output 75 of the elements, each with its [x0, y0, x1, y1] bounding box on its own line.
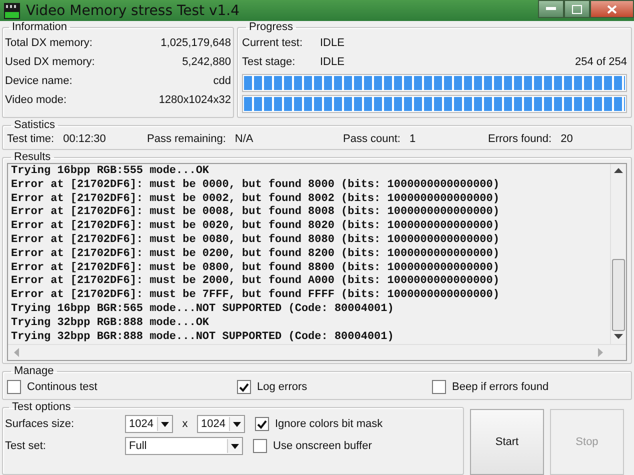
field-label: Current test: — [242, 36, 304, 48]
log-line: Error at [21702DF6]: must be 0002, but found 8002 (bits: 1000000000000000) — [11, 192, 500, 206]
field-label: Video mode: — [5, 94, 67, 106]
test-set-dropdown[interactable]: Full — [125, 437, 243, 455]
close-button[interactable] — [590, 0, 634, 18]
field-value: IDLE — [320, 56, 344, 68]
log-line: Error at [21702DF6]: must be 0200, but found 8200 (bits: 1000000000000000) — [11, 248, 500, 262]
down-arrow-icon — [614, 334, 623, 340]
maximize-icon — [572, 4, 582, 14]
horizontal-scrollbar[interactable] — [8, 344, 626, 360]
checkbox-label: Log errors — [257, 381, 308, 393]
field-value: 1280x1024x32 — [158, 94, 231, 106]
up-arrow-icon — [614, 168, 623, 174]
field-value: cdd — [213, 74, 231, 86]
field-value: N/A — [234, 133, 254, 145]
close-icon — [607, 4, 617, 14]
window-title: Video Memory stress Test v1.4 — [26, 2, 240, 18]
log-line: Trying 16bpp BGR:565 mode...NOT SUPPORTED (Code: 80004001) — [11, 302, 395, 317]
log-line: Error at [21702DF6]: must be 0000, but found 8000 (bits: 1000000000000000) — [11, 178, 500, 192]
group-title: Progress — [248, 21, 294, 33]
log-line: Error at [21702DF6]: must be 0020, but found 8020 (bits: 1000000000000000) — [11, 220, 500, 234]
maximize-button[interactable] — [564, 0, 590, 18]
log-line: Error at [21702DF6]: must be 0800, but found 8800 (bits: 1000000000000000) — [11, 262, 500, 274]
group-title: Results — [13, 151, 52, 163]
field-label: Pass count: — [343, 133, 400, 145]
start-button[interactable]: Start — [470, 409, 544, 475]
width-dropdown[interactable]: 1024 — [125, 415, 173, 433]
checkbox-label: Ignore colors bit mask — [275, 418, 383, 430]
log-line: Error at [21702DF6]: must be 0080, but found 8080 (bits: 1000000000000000) — [11, 234, 500, 248]
field-value: 20 — [560, 133, 573, 145]
log-line: Trying 32bpp RGB:888 mode...OK — [11, 316, 210, 331]
group-title: Manage — [13, 365, 55, 377]
scroll-thumb[interactable] — [612, 259, 625, 331]
checkbox-label: Continous test — [27, 381, 98, 393]
log-line: Trying 16bpp RGB:555 mode...OK — [11, 165, 210, 179]
dropdown-arrow-icon — [233, 422, 241, 426]
field-label: Used DX memory: — [5, 56, 95, 68]
minimize-icon — [546, 7, 556, 11]
group-title: Test options — [11, 401, 72, 413]
field-label: Test time: — [7, 133, 54, 145]
app-icon — [4, 2, 20, 18]
group-title: Information — [11, 21, 68, 33]
left-arrow-icon — [14, 348, 20, 357]
field-label: Test set: — [5, 440, 47, 452]
minimize-button[interactable] — [538, 0, 564, 18]
group-title: Satistics — [13, 119, 56, 131]
field-label: Total DX memory: — [5, 36, 92, 48]
field-label: Pass remaining: — [147, 133, 226, 145]
checkbox[interactable] — [253, 439, 267, 453]
stage-count: 254 of 254 — [575, 56, 627, 68]
field-label: Errors found: — [488, 133, 552, 145]
height-dropdown[interactable]: 1024 — [197, 415, 245, 433]
log-line: Error at [21702DF6]: must be 2000, but found A000 (bits: 1000000000000000) — [11, 275, 500, 288]
right-arrow-icon — [598, 348, 604, 357]
field-value: 00:12:30 — [63, 133, 106, 145]
log-line: Error at [21702DF6]: must be 7FFF, but found FFFF (bits: 1000000000000000) — [11, 289, 500, 303]
field-value: IDLE — [320, 36, 344, 48]
log-line: Error at [21702DF6]: must be 0008, but found 8008 (bits: 1000000000000000) — [11, 206, 500, 220]
checkbox[interactable] — [255, 417, 269, 431]
field-label: Surfaces size: — [5, 418, 76, 430]
dropdown-arrow-icon — [161, 422, 169, 426]
field-value: 5,242,880 — [182, 56, 231, 68]
field-label: Device name: — [5, 74, 72, 86]
field-label: Test stage: — [242, 56, 296, 68]
checkbox-label: Beep if errors found — [452, 381, 549, 393]
times-sign: x — [181, 418, 189, 430]
vertical-scrollbar[interactable] — [610, 164, 626, 344]
log-line: Trying 32bpp BGR:888 mode...NOT SUPPORTED (Code: 80004001) — [11, 330, 395, 344]
field-value: 1,025,179,648 — [160, 36, 231, 48]
dropdown-arrow-icon — [231, 444, 239, 448]
checkbox-label: Use onscreen buffer — [273, 440, 372, 452]
field-value: 1 — [409, 133, 416, 145]
checkbox[interactable] — [7, 380, 21, 394]
checkbox[interactable] — [432, 380, 446, 394]
checkbox[interactable] — [237, 380, 251, 394]
